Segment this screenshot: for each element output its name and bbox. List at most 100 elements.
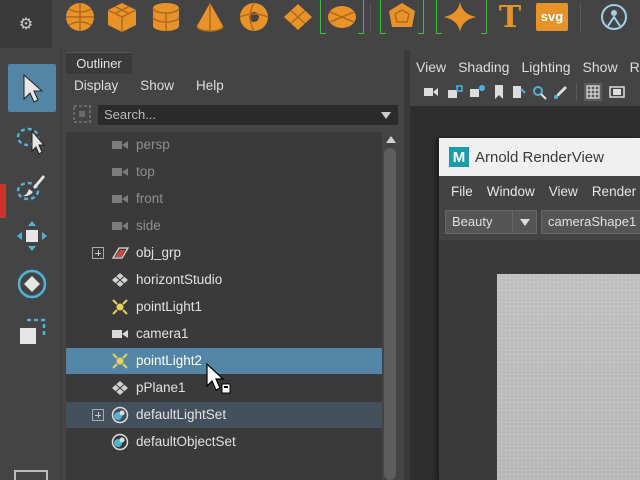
menu-view[interactable]: View — [416, 59, 446, 75]
paint-select-tool[interactable] — [8, 164, 56, 212]
chevron-down-icon[interactable] — [512, 211, 536, 233]
super-shape-icon — [444, 2, 476, 32]
outliner-item-persp[interactable]: persp — [66, 132, 382, 158]
poly-cube-button[interactable] — [102, 0, 142, 34]
poly-torus-icon — [239, 2, 269, 32]
select-tool[interactable] — [8, 64, 56, 112]
arnold-window-title: Arnold RenderView — [475, 149, 604, 166]
image-plane-icon[interactable] — [510, 83, 528, 101]
camera-select[interactable]: cameraShape1 — [541, 210, 640, 234]
gear-icon: ⚙ — [18, 16, 34, 33]
shelf-group-bracket — [320, 0, 326, 34]
poly-disc-icon — [328, 6, 356, 28]
outliner-item-pointlight1[interactable]: pointLight1 — [66, 294, 382, 320]
shelf: ⚙ T svg — [0, 0, 640, 48]
grid-icon[interactable] — [584, 83, 602, 101]
scroll-up-icon[interactable] — [386, 136, 396, 143]
outliner-item-side[interactable]: side — [66, 213, 382, 239]
expand-icon[interactable] — [92, 409, 104, 421]
arnold-renderview-window: M Arnold RenderView File Window View Ren… — [438, 138, 640, 480]
shelf-separator — [370, 4, 371, 32]
menu-renderer[interactable]: Rend — [630, 59, 640, 75]
outliner-item-label: camera1 — [136, 326, 189, 341]
outliner-item-top[interactable]: top — [66, 159, 382, 185]
menu-help[interactable]: Help — [196, 78, 224, 93]
maya-logo-icon: M — [449, 147, 469, 167]
outliner-scrollbar[interactable] — [382, 132, 400, 480]
search-input[interactable]: Search... — [98, 105, 398, 125]
viewport-menubar: View Shading Lighting Show Rend — [410, 56, 640, 78]
group-icon — [111, 247, 130, 259]
outliner-item-label: persp — [136, 137, 170, 152]
film-gate-icon[interactable] — [608, 83, 626, 101]
rotate-tool[interactable] — [8, 260, 56, 308]
tab-outliner[interactable]: Outliner — [66, 52, 132, 74]
outliner-item-horizontstudio[interactable]: horizontStudio — [66, 267, 382, 293]
poly-cone-button[interactable] — [190, 0, 230, 34]
poly-torus-button[interactable] — [234, 0, 274, 34]
sweep-mesh-button[interactable] — [594, 0, 634, 34]
expand-icon[interactable] — [92, 247, 104, 259]
point-light-icon — [112, 353, 128, 369]
mesh-icon — [112, 381, 128, 395]
menu-show[interactable]: Show — [140, 78, 174, 93]
poly-sphere-button[interactable] — [60, 0, 100, 34]
platonic-solid-button[interactable] — [382, 0, 422, 34]
camera-attributes-icon[interactable] — [468, 83, 486, 101]
arnold-menubar: File Window View Render — [439, 178, 640, 204]
scale-icon — [20, 318, 46, 344]
outliner-item-obj-grp[interactable]: obj_grp — [66, 240, 382, 266]
lasso-tool[interactable] — [8, 116, 56, 164]
lock-camera-icon[interactable] — [446, 83, 464, 101]
move-icon — [17, 221, 47, 251]
sweep-mesh-icon — [601, 4, 627, 30]
outliner-item-label: front — [136, 191, 164, 206]
2d-pan-zoom-icon[interactable] — [530, 83, 548, 101]
set-icon — [111, 406, 129, 424]
layout-box[interactable] — [14, 470, 48, 480]
outliner-item-defaultlightset[interactable]: defaultLightSet — [66, 402, 382, 428]
camera-value: cameraShape1 — [548, 214, 637, 229]
outliner-item-label: top — [136, 164, 155, 179]
render-canvas[interactable] — [439, 240, 640, 480]
chevron-down-icon[interactable] — [381, 112, 391, 119]
arnold-title-bar[interactable]: M Arnold RenderView — [439, 138, 640, 176]
scroll-thumb[interactable] — [384, 148, 396, 480]
outliner-item-front[interactable]: front — [66, 186, 382, 212]
aov-select[interactable]: Beauty — [445, 210, 537, 234]
shelf-separator — [580, 4, 581, 32]
menu-view[interactable]: View — [549, 184, 578, 199]
camera-icon — [112, 168, 128, 176]
outliner-item-defaultobjectset[interactable]: defaultObjectSet — [66, 429, 382, 455]
menu-window[interactable]: Window — [487, 184, 535, 199]
poly-plane-button[interactable] — [278, 0, 318, 34]
select-camera-icon[interactable] — [422, 83, 440, 101]
text-tool-button[interactable]: T — [490, 0, 530, 35]
shelf-settings-button[interactable]: ⚙ — [0, 0, 52, 48]
outliner-item-label: pointLight2 — [136, 353, 203, 368]
poly-disc-button[interactable] — [322, 0, 362, 34]
menu-file[interactable]: File — [451, 184, 473, 199]
outliner-item-camera1[interactable]: camera1 — [66, 321, 382, 347]
poly-cylinder-button[interactable] — [146, 0, 186, 34]
move-tool[interactable] — [8, 212, 56, 260]
camera-icon — [112, 222, 128, 230]
menu-render[interactable]: Render — [592, 184, 636, 199]
grease-pencil-icon[interactable] — [552, 83, 570, 101]
super-shape-button[interactable] — [440, 0, 480, 34]
text-icon: T — [498, 0, 522, 35]
bookmark-icon[interactable] — [490, 83, 508, 101]
point-light-icon — [112, 299, 128, 315]
icon-bar-separator — [576, 83, 577, 101]
menu-show[interactable]: Show — [583, 59, 618, 75]
poly-plane-icon — [284, 4, 312, 30]
menu-display[interactable]: Display — [74, 78, 118, 93]
paint-brush-icon — [16, 175, 45, 201]
menu-lighting[interactable]: Lighting — [521, 59, 570, 75]
svg-tool-button[interactable]: svg — [532, 0, 572, 34]
outliner-item-label: pPlane1 — [136, 380, 186, 395]
scale-tool[interactable] — [8, 308, 56, 356]
menu-shading[interactable]: Shading — [458, 59, 509, 75]
camera-icon — [112, 141, 128, 149]
filter-icon[interactable] — [72, 104, 92, 124]
